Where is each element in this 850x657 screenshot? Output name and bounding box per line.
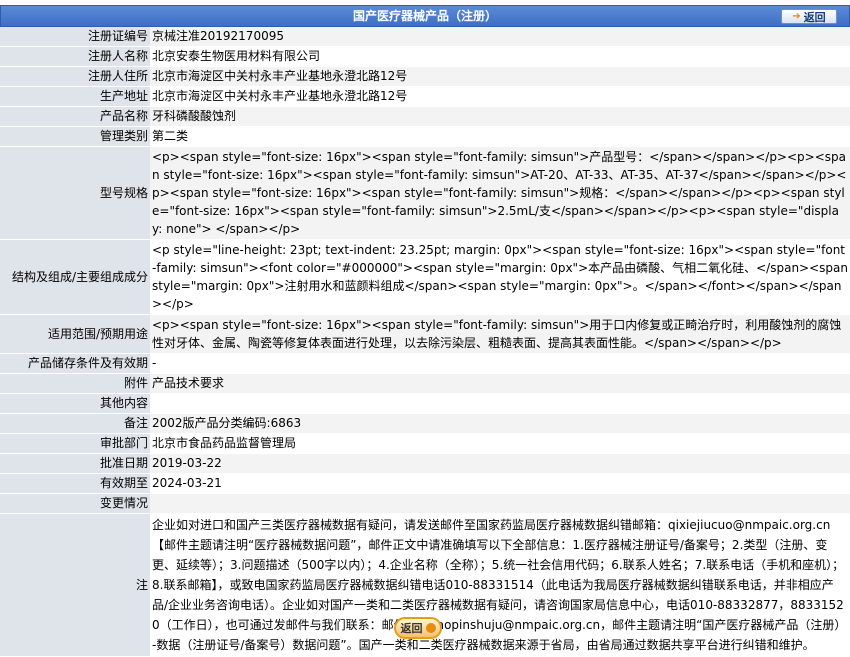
field-value: <p style="line-height: 23pt; text-indent…: [150, 239, 850, 315]
field-value: [150, 393, 850, 414]
field-value: <p><span style="font-size: 16px"><span s…: [150, 146, 850, 240]
field-row: 审批部门 北京市食品药品监督管理局: [0, 433, 850, 454]
field-row: 批准日期 2019-03-22: [0, 453, 850, 474]
arrow-right-icon: ➔: [792, 11, 801, 22]
field-row: 适用范围/预期用途 <p><span style="font-size: 16p…: [0, 314, 850, 354]
detail-table: 注册证编号 京械注准20192170095 注册人名称 北京安泰生物医用材料有限…: [0, 27, 850, 657]
field-value: 北京市海淀区中关村永丰产业基地永澄北路12号: [150, 66, 850, 87]
field-value: 牙科磷酸酸蚀剂: [150, 106, 850, 127]
field-row: 型号规格 <p><span style="font-size: 16px"><s…: [0, 146, 850, 240]
field-label: 备注: [0, 413, 150, 434]
field-row: 其他内容: [0, 393, 850, 414]
field-label: 审批部门: [0, 433, 150, 454]
circle-arrow-icon: [425, 623, 436, 633]
field-value: 北京市海淀区中关村永丰产业基地永澄北路12号: [150, 86, 850, 107]
field-label: 附件: [0, 373, 150, 394]
field-label: 产品名称: [0, 106, 150, 127]
field-label: 产品储存条件及有效期: [0, 353, 150, 374]
field-row: 注册人住所 北京市海淀区中关村永丰产业基地永澄北路12号: [0, 66, 850, 87]
back-button-top[interactable]: ➔ 返回: [781, 9, 837, 24]
page-title: 国产医疗器械产品（注册）: [352, 9, 497, 23]
field-label: 生产地址: [0, 86, 150, 107]
field-label: 注册证编号: [0, 27, 150, 47]
field-label: 注册人名称: [0, 46, 150, 67]
field-label: 注: [0, 513, 150, 657]
field-row: 生产地址 北京市海淀区中关村永丰产业基地永澄北路12号: [0, 86, 850, 107]
field-value: 2019-03-22: [150, 453, 850, 474]
field-value: -: [150, 353, 850, 374]
field-row: 有效期至 2024-03-21: [0, 473, 850, 494]
field-row: 注册证编号 京械注准20192170095: [0, 27, 850, 47]
field-label: 注册人住所: [0, 66, 150, 87]
field-value: <p><span style="font-size: 16px"><span s…: [150, 314, 850, 354]
field-value: 产品技术要求: [150, 373, 850, 394]
field-row: 注册人名称 北京安泰生物医用材料有限公司: [0, 46, 850, 67]
field-row: 附件 产品技术要求: [0, 373, 850, 394]
field-label: 结构及组成/主要组成成分: [0, 239, 150, 315]
field-label: 其他内容: [0, 393, 150, 414]
field-value: 北京安泰生物医用材料有限公司: [150, 46, 850, 67]
field-value: 2024-03-21: [150, 473, 850, 494]
field-row: 结构及组成/主要组成成分 <p style="line-height: 23pt…: [0, 239, 850, 315]
field-value: 2002版产品分类编码:6863: [150, 413, 850, 434]
field-value: 第二类: [150, 126, 850, 147]
title-bar: 国产医疗器械产品（注册） ➔ 返回: [0, 5, 850, 27]
field-row: 备注 2002版产品分类编码:6863: [0, 413, 850, 434]
back-button-label: 返回: [400, 622, 423, 635]
field-row: 产品名称 牙科磷酸酸蚀剂: [0, 106, 850, 127]
field-row: 变更情况: [0, 493, 850, 514]
page-frame: 国产医疗器械产品（注册） ➔ 返回 注册证编号 京械注准20192170095 …: [0, 0, 850, 657]
field-value: 企业如对进口和国产三类医疗器械数据有疑问，请发送邮件至国家药监局医疗器械数据纠错…: [150, 513, 850, 657]
back-button-label: 返回: [803, 10, 826, 24]
field-label: 有效期至: [0, 473, 150, 494]
field-label: 管理类别: [0, 126, 150, 147]
back-button-bottom[interactable]: 返回: [394, 617, 442, 639]
field-label: 适用范围/预期用途: [0, 314, 150, 354]
field-value: 北京市食品药品监督管理局: [150, 433, 850, 454]
field-label: 型号规格: [0, 146, 150, 240]
field-row: 管理类别 第二类: [0, 126, 850, 147]
field-value: [150, 493, 850, 514]
field-label: 批准日期: [0, 453, 150, 474]
field-label: 变更情况: [0, 493, 150, 514]
field-row: 产品储存条件及有效期 -: [0, 353, 850, 374]
field-value: 京械注准20192170095: [150, 27, 850, 47]
